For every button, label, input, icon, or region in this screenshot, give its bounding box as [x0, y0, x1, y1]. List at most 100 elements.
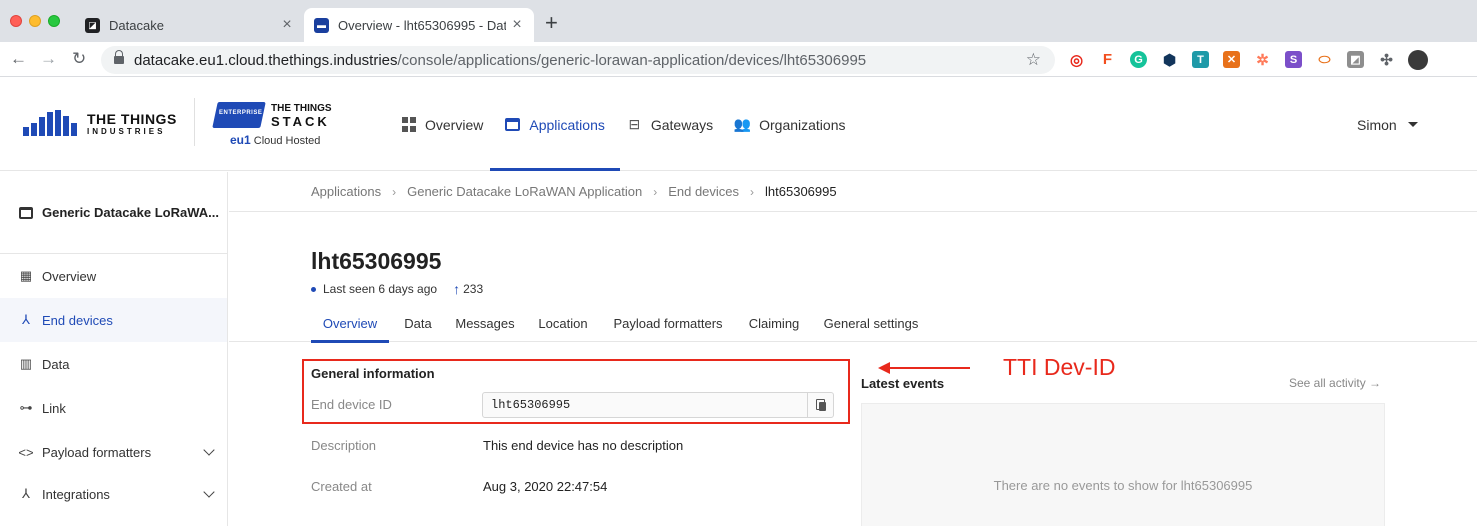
enterprise-badge-text: ENTERPRISE	[219, 110, 263, 116]
logo-line2: INDUSTRIES	[87, 127, 166, 136]
breadcrumb-application[interactable]: Generic Datacake LoRaWAN Application	[407, 184, 642, 199]
created-at-value: Aug 3, 2020 22:47:54	[483, 479, 608, 494]
sidebar: Generic Datacake LoRaWA... ▦ Overview ⅄ …	[0, 172, 228, 526]
tab-title: Overview - lht65306995 - Dat	[338, 17, 506, 33]
sidebar-item-label: Data	[42, 356, 70, 372]
tab-location[interactable]: Location	[536, 305, 590, 342]
sidebar-item-link[interactable]: ⊶ Link	[0, 386, 227, 430]
sidebar-item-label: Overview	[42, 268, 97, 284]
address-bar[interactable]: datacake.eu1.cloud.thethings.industries …	[101, 46, 1055, 74]
window-close-button[interactable]	[10, 15, 22, 27]
nav-organizations[interactable]: 👥 Organizations	[724, 78, 856, 171]
extension-t-icon[interactable]: T	[1192, 51, 1209, 68]
stack-line1: THE THINGS	[271, 103, 332, 114]
nav-applications[interactable]: Applications	[490, 78, 620, 171]
annotation-arrow-line	[888, 367, 970, 369]
see-all-activity-link[interactable]: See all activity →	[1289, 376, 1381, 390]
device-tabs: Overview Data Messages Location Payload …	[229, 305, 1477, 343]
description-label: Description	[311, 438, 377, 453]
browser-toolbar: ← → ↻ datacake.eu1.cloud.thethings.indus…	[0, 42, 1477, 113]
url-host: datacake.eu1.cloud.thethings.industries	[134, 51, 398, 69]
device-status: Last seen 6 days ago ↑ 233	[311, 281, 483, 297]
extension-orange-icon[interactable]: ✕	[1223, 51, 1240, 68]
bookmark-star-icon[interactable]: ☆	[1026, 50, 1041, 70]
extensions-puzzle-icon[interactable]: ✣	[1378, 51, 1395, 69]
forward-arrow-icon[interactable]: →	[40, 49, 57, 69]
nav-label: Organizations	[759, 116, 846, 133]
sidebar-item-label: Integrations	[42, 486, 110, 502]
device-hub-icon: ⅄	[22, 312, 30, 327]
page-title: lht65306995	[311, 248, 442, 274]
lock-icon	[114, 49, 124, 66]
sidebar-app-title[interactable]: Generic Datacake LoRaWA...	[0, 172, 227, 254]
sidebar-item-data[interactable]: ▥ Data	[0, 342, 227, 386]
sidebar-item-label: Link	[42, 400, 66, 416]
nav-overview[interactable]: Overview	[390, 78, 494, 171]
reload-icon[interactable]: ↻	[72, 49, 86, 69]
tab-close-icon[interactable]: ×	[276, 16, 298, 34]
logo-line1: THE THINGS	[87, 111, 177, 127]
sidebar-item-label: End devices	[42, 312, 113, 328]
user-menu[interactable]: Simon	[1357, 117, 1397, 133]
nav-label: Overview	[425, 116, 484, 133]
extension-figma-icon[interactable]: F	[1099, 51, 1116, 68]
sidebar-item-integrations[interactable]: ⅄ Integrations	[0, 472, 227, 516]
tab-close-icon[interactable]: ×	[506, 16, 528, 34]
tab-payload-formatters[interactable]: Payload formatters	[611, 305, 725, 342]
tab-messages[interactable]: Messages	[455, 305, 515, 342]
browser-tab-bar: ◪ Datacake × ▬ Overview - lht65306995 - …	[0, 0, 1477, 42]
new-tab-icon[interactable]: +	[545, 10, 558, 36]
tti-logo[interactable]: THE THINGS INDUSTRIES	[23, 110, 177, 136]
extension-hubspot-icon[interactable]: ✲	[1254, 51, 1271, 69]
annotation-arrow-head-icon	[878, 362, 890, 374]
extension-pill-icon[interactable]: ⬭	[1316, 51, 1333, 68]
extension-s-icon[interactable]: S	[1285, 51, 1302, 68]
router-icon: ⊟	[628, 116, 641, 132]
breadcrumb-applications[interactable]: Applications	[311, 184, 381, 199]
tab-overview[interactable]: Overview	[311, 305, 389, 343]
tab-claiming[interactable]: Claiming	[746, 305, 802, 342]
browser-tab-overview[interactable]: ▬ Overview - lht65306995 - Dat ×	[304, 8, 534, 42]
tab-title: Datacake	[109, 17, 164, 33]
chevron-down-icon[interactable]	[203, 444, 215, 456]
breadcrumb-device: lht65306995	[765, 184, 837, 199]
header-divider	[194, 98, 195, 146]
nav-label: Applications	[529, 116, 605, 133]
tab-data[interactable]: Data	[399, 305, 437, 342]
description-value: This end device has no description	[483, 438, 684, 453]
annotation-label: TTI Dev-ID	[1003, 354, 1116, 380]
application-window-icon	[505, 118, 521, 131]
sidebar-item-overview[interactable]: ▦ Overview	[0, 254, 227, 298]
stack-line2: STACK	[271, 114, 330, 129]
nav-gateways[interactable]: ⊟ Gateways	[616, 78, 724, 171]
url-path: /console/applications/generic-lorawan-ap…	[397, 51, 867, 69]
tab-general-settings[interactable]: General settings	[823, 305, 919, 342]
status-dot-icon	[311, 286, 316, 292]
profile-avatar[interactable]	[1408, 50, 1428, 70]
latest-events-title: Latest events	[861, 376, 945, 391]
chevron-down-icon[interactable]	[203, 486, 215, 498]
hosting-label: Cloud Hosted	[253, 135, 321, 147]
link-icon: ⊶	[19, 400, 33, 415]
window-minimize-button[interactable]	[29, 15, 41, 27]
merge-icon: ⅄	[22, 486, 30, 501]
chevron-right-icon: ›	[392, 184, 397, 199]
back-arrow-icon[interactable]: ←	[10, 49, 27, 69]
tti-logo-bars-icon	[23, 110, 77, 136]
main-nav: Overview Applications ⊟ Gateways 👥 Organ…	[390, 78, 857, 171]
sidebar-item-payload-formatters[interactable]: <> Payload formatters	[0, 430, 227, 474]
sidebar-item-end-devices[interactable]: ⅄ End devices	[0, 298, 227, 342]
extension-hexagon-icon[interactable]: ⬢	[1161, 51, 1178, 69]
browser-tab-datacake[interactable]: ◪ Datacake ×	[76, 8, 304, 42]
breadcrumb-end-devices[interactable]: End devices	[668, 184, 739, 199]
chevron-right-icon: ›	[653, 184, 658, 199]
window-zoom-button[interactable]	[48, 15, 60, 27]
extension-swirl-icon[interactable]: ◎	[1068, 51, 1085, 69]
extension-grammarly-icon[interactable]: G	[1130, 51, 1147, 68]
dashboard-icon	[401, 117, 416, 132]
caret-down-icon[interactable]	[1408, 122, 1418, 127]
annotation-highlight-box	[302, 359, 850, 424]
extension-square-icon[interactable]: ◩	[1347, 51, 1364, 68]
application-window-icon	[19, 206, 33, 219]
uplink-arrow-icon: ↑	[453, 281, 461, 297]
